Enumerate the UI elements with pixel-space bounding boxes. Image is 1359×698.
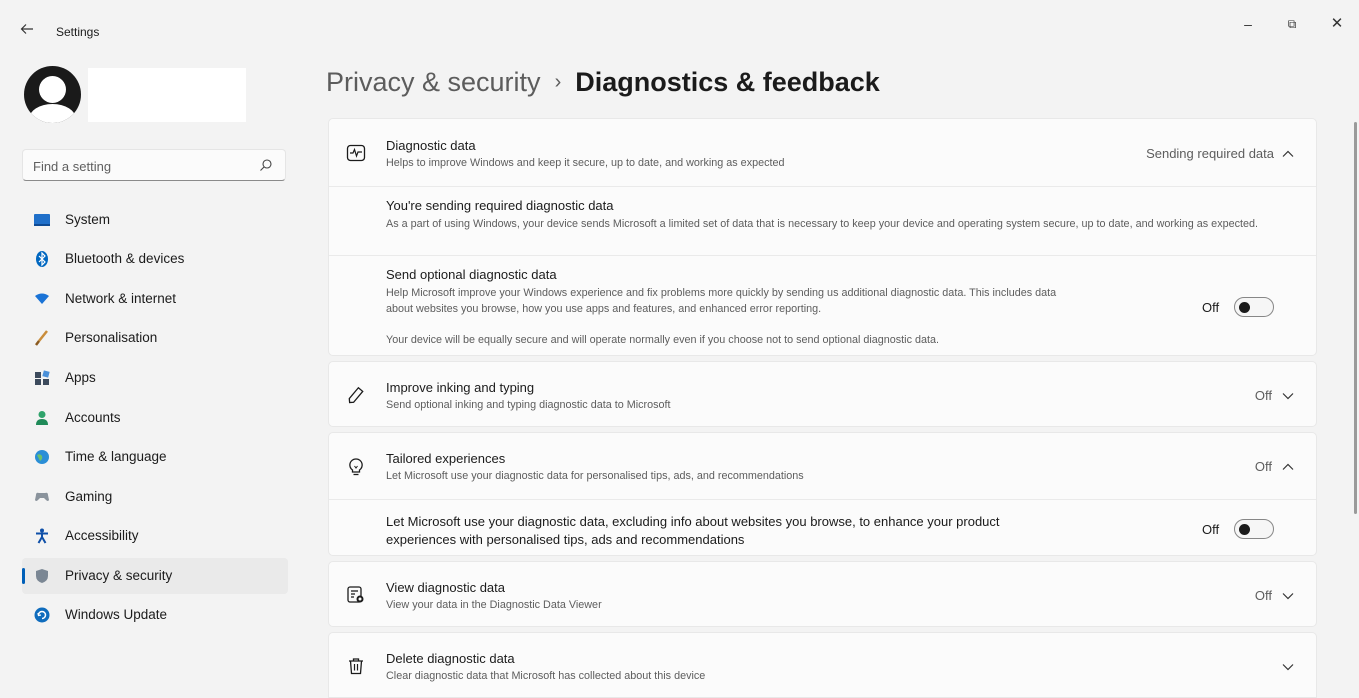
close-button[interactable]: ✕	[1325, 14, 1349, 34]
sidebar-item-network[interactable]: Network & internet	[22, 281, 288, 317]
view-data-status: Off	[1254, 588, 1272, 603]
profile-info-redacted	[88, 68, 246, 122]
sidebar-item-label: System	[65, 212, 111, 227]
back-button[interactable]	[20, 22, 40, 42]
breadcrumb-parent-link[interactable]: Privacy & security	[326, 67, 541, 97]
search-icon[interactable]	[259, 158, 273, 172]
sidebar-item-gaming[interactable]: Gaming	[22, 479, 288, 515]
app-title: Settings	[56, 25, 100, 39]
delete-data-title: Delete diagnostic data	[386, 651, 515, 666]
optional-data-toggle[interactable]	[1234, 297, 1274, 317]
gamepad-icon	[35, 492, 49, 501]
sidebar-item-time-language[interactable]: Time & language	[22, 439, 288, 475]
diagnostic-data-header[interactable]: Diagnostic data Helps to improve Windows…	[329, 119, 1316, 186]
inking-description: Send optional inking and typing diagnost…	[386, 399, 671, 411]
sidebar-item-label: Personalisation	[65, 330, 158, 345]
tailored-toggle-group: Off	[1202, 519, 1282, 541]
sidebar-item-personalisation[interactable]: Personalisation	[22, 320, 288, 356]
lightbulb-icon	[349, 458, 363, 476]
trash-icon	[349, 658, 363, 675]
sidebar-item-windows-update[interactable]: Windows Update	[22, 597, 288, 633]
accounts-icon	[36, 411, 48, 425]
globe-icon	[35, 450, 49, 464]
accessibility-icon	[36, 528, 48, 544]
sidebar-item-bluetooth[interactable]: Bluetooth & devices	[22, 241, 288, 277]
chevron-down-icon[interactable]	[1280, 659, 1296, 675]
chevron-down-icon[interactable]	[1280, 588, 1296, 604]
pen-icon	[348, 386, 364, 404]
sidebar-item-label: Privacy & security	[65, 568, 173, 583]
search-box[interactable]	[22, 149, 286, 181]
sidebar-item-label: Accounts	[65, 410, 121, 425]
page-title: Diagnostics & feedback	[575, 67, 880, 97]
sidebar-item-apps[interactable]: Apps	[22, 360, 288, 396]
activity-monitor-icon	[346, 144, 366, 162]
inking-typing-card[interactable]: Improve inking and typing Send optional …	[328, 361, 1317, 427]
tailored-title: Tailored experiences	[386, 451, 506, 466]
tailored-description: Let Microsoft use your diagnostic data f…	[386, 470, 804, 482]
active-indicator	[22, 568, 25, 584]
network-icon	[35, 293, 49, 304]
data-viewer-icon	[347, 586, 364, 603]
required-data-title: You're sending required diagnostic data	[386, 198, 614, 213]
tailored-status: Off	[1254, 459, 1272, 474]
scrollbar[interactable]	[1354, 122, 1357, 514]
restore-button[interactable]: ⧉	[1280, 14, 1304, 34]
diagnostic-data-title: Diagnostic data	[386, 138, 476, 153]
optional-data-toggle-group: Off	[1202, 297, 1282, 319]
chevron-up-icon[interactable]	[1280, 146, 1296, 162]
sidebar-item-label: Accessibility	[65, 528, 139, 543]
delete-diagnostic-data-card[interactable]: Delete diagnostic data Clear diagnostic …	[328, 632, 1317, 698]
inking-title: Improve inking and typing	[386, 380, 535, 395]
apps-icon	[35, 370, 50, 385]
toggle-state-label: Off	[1202, 300, 1220, 315]
minimize-button[interactable]: –	[1236, 14, 1260, 34]
view-data-title: View diagnostic data	[386, 580, 506, 595]
system-icon	[34, 214, 50, 226]
sidebar-item-accessibility[interactable]: Accessibility	[22, 518, 288, 554]
divider	[329, 499, 1316, 500]
sidebar-item-label: Apps	[65, 370, 96, 385]
divider	[329, 186, 1316, 187]
sidebar-item-accounts[interactable]: Accounts	[22, 400, 288, 436]
inking-status: Off	[1254, 388, 1272, 403]
bluetooth-icon	[36, 251, 48, 267]
sidebar-item-label: Gaming	[65, 489, 113, 504]
shield-icon	[36, 569, 48, 583]
delete-data-description: Clear diagnostic data that Microsoft has…	[386, 670, 706, 682]
view-diagnostic-data-card[interactable]: View diagnostic data View your data in t…	[328, 561, 1317, 627]
optional-data-description: Help Microsoft improve your Windows expe…	[386, 287, 1057, 315]
optional-data-title: Send optional diagnostic data	[386, 267, 557, 282]
diagnostic-data-card: Diagnostic data Helps to improve Windows…	[328, 118, 1317, 356]
tailored-experiences-card: Tailored experiences Let Microsoft use y…	[328, 432, 1317, 556]
breadcrumb: Privacy & security › Diagnostics & feedbac…	[326, 64, 880, 104]
search-input[interactable]	[33, 156, 253, 176]
diagnostic-data-status: Sending required data	[1146, 146, 1274, 161]
required-data-description: As a part of using Windows, your device …	[386, 218, 1259, 230]
sidebar-item-label: Network & internet	[65, 291, 177, 306]
diagnostic-data-description: Helps to improve Windows and keep it sec…	[386, 157, 785, 169]
optional-data-note: Your device will be equally secure and w…	[386, 334, 939, 346]
back-arrow-icon	[20, 24, 33, 34]
view-data-description: View your data in the Diagnostic Data Vi…	[386, 599, 602, 611]
tailored-experiences-toggle[interactable]	[1234, 519, 1274, 539]
tailored-sub-text: Let Microsoft use your diagnostic data, …	[386, 514, 1000, 547]
sidebar-item-system[interactable]: System	[22, 202, 288, 238]
title-bar: Settings – ⧉ ✕	[0, 0, 1359, 60]
sidebar-item-label: Bluetooth & devices	[65, 251, 185, 266]
update-icon	[34, 607, 50, 623]
tailored-experiences-header[interactable]: Tailored experiences Let Microsoft use y…	[329, 433, 1316, 499]
breadcrumb-separator: ›	[554, 71, 562, 93]
sidebar-item-privacy-security[interactable]: Privacy & security	[22, 558, 288, 594]
avatar[interactable]	[24, 66, 81, 123]
sidebar-item-label: Time & language	[65, 449, 167, 464]
chevron-down-icon[interactable]	[1280, 388, 1296, 404]
sidebar-item-label: Windows Update	[65, 607, 168, 622]
toggle-state-label: Off	[1202, 522, 1220, 537]
brush-icon	[35, 330, 48, 346]
chevron-up-icon[interactable]	[1280, 459, 1296, 475]
divider	[329, 255, 1316, 256]
